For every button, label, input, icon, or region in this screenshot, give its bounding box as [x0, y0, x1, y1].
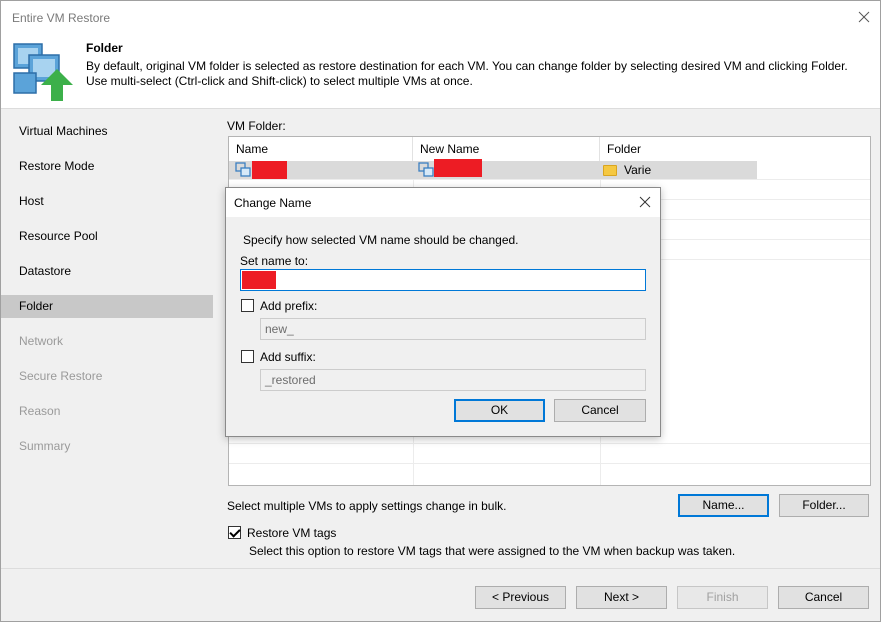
wizard-steps-sidebar: Virtual Machines Restore Mode Host Resou… [1, 111, 213, 568]
cancel-button[interactable]: Cancel [778, 586, 869, 609]
restore-vm-tags-hint: Select this option to restore VM tags th… [249, 544, 736, 558]
add-suffix-label[interactable]: Add suffix: [260, 350, 316, 364]
grid-row-divider [229, 179, 870, 180]
dialog-ok-button[interactable]: OK [454, 399, 545, 422]
page-description: By default, original VM folder is select… [86, 59, 848, 88]
table-row[interactable]: Varie [229, 159, 757, 179]
vm-folder-label: VM Folder: [227, 119, 286, 133]
column-header-name[interactable]: Name [229, 137, 413, 161]
suffix-input: _restored [260, 369, 646, 391]
set-name-label: Set name to: [240, 254, 309, 268]
column-header-new-name[interactable]: New Name [413, 137, 600, 161]
vm-restore-logo-icon [13, 43, 73, 101]
vm-icon [235, 162, 251, 177]
name-button[interactable]: Name... [678, 494, 769, 517]
redacted-vm-name [252, 161, 287, 179]
restore-vm-tags-label[interactable]: Restore VM tags [247, 526, 336, 540]
folder-value: Varie [624, 163, 652, 177]
sidebar-item-virtual-machines[interactable]: Virtual Machines [1, 120, 213, 143]
grid-row-divider [229, 443, 870, 444]
sidebar-item-summary: Summary [19, 439, 71, 453]
add-suffix-checkbox[interactable] [241, 350, 254, 363]
grid-row-divider [229, 463, 870, 464]
folder-button[interactable]: Folder... [779, 494, 869, 517]
prefix-input: new_ [260, 318, 646, 340]
dialog-close-icon[interactable] [638, 195, 652, 209]
dialog-cancel-button[interactable]: Cancel [554, 399, 646, 422]
previous-button[interactable]: < Previous [475, 586, 566, 609]
dialog-instruction: Specify how selected VM name should be c… [243, 233, 519, 247]
dialog-title-bar: Change Name [226, 188, 660, 217]
page-title: Folder [86, 41, 123, 55]
add-prefix-label[interactable]: Add prefix: [260, 299, 317, 313]
change-name-dialog: Change Name Specify how selected VM name… [225, 187, 661, 437]
redacted-set-name-value [242, 271, 276, 289]
sidebar-item-network: Network [19, 334, 64, 348]
close-icon[interactable] [856, 9, 872, 25]
sidebar-item-host[interactable]: Host [1, 190, 213, 213]
bulk-hint: Select multiple VMs to apply settings ch… [227, 499, 507, 513]
dialog-title: Change Name [234, 196, 312, 210]
column-header-folder[interactable]: Folder [600, 137, 870, 161]
folder-icon [603, 165, 617, 176]
sidebar-item-resource-pool[interactable]: Resource Pool [1, 225, 213, 248]
dialog-body: Specify how selected VM name should be c… [227, 217, 659, 436]
redacted-new-name [434, 159, 482, 177]
sidebar-item-secure-restore: Secure Restore [19, 369, 103, 383]
title-bar: Entire VM Restore [1, 1, 880, 33]
finish-button: Finish [677, 586, 768, 609]
sidebar-item-restore-mode[interactable]: Restore Mode [1, 155, 213, 178]
vm-icon [418, 162, 434, 177]
next-button[interactable]: Next > [576, 586, 667, 609]
add-prefix-checkbox[interactable] [241, 299, 254, 312]
wizard-header: Folder By default, original VM folder is… [1, 33, 880, 109]
wizard-footer: < Previous Next > Finish Cancel [1, 568, 880, 621]
window-title: Entire VM Restore [12, 11, 111, 25]
sidebar-item-folder[interactable]: Folder [1, 295, 213, 318]
restore-vm-tags-checkbox[interactable] [228, 526, 241, 539]
set-name-input[interactable] [240, 269, 646, 291]
sidebar-item-datastore[interactable]: Datastore [1, 260, 213, 283]
sidebar-item-reason: Reason [19, 404, 61, 418]
